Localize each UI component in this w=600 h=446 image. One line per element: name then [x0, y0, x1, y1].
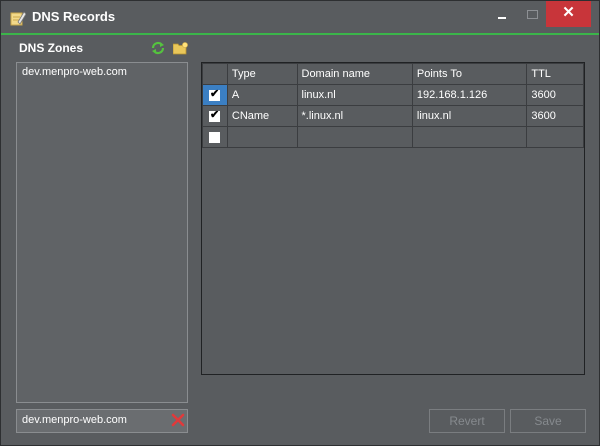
clear-icon[interactable] — [171, 413, 185, 427]
title-bar[interactable]: DNS Records ✕ — [1, 1, 599, 35]
row-checkbox[interactable]: ✔ — [209, 108, 220, 122]
row-checkbox[interactable] — [209, 131, 220, 143]
records-table: Type Domain name Points To TTL ✔ A linux… — [202, 63, 584, 148]
column-header-type[interactable]: Type — [226, 63, 298, 85]
checkmark-icon: ✔ — [210, 87, 220, 100]
minimize-icon — [498, 17, 506, 19]
column-header-points-to[interactable]: Points To — [411, 63, 528, 85]
points-to-cell[interactable]: 192.168.1.126 — [411, 84, 528, 106]
domain-cell[interactable]: *.linux.nl — [296, 105, 413, 127]
column-header-check[interactable] — [202, 63, 228, 85]
table-row[interactable]: ✔ A linux.nl 192.168.1.126 3600 — [202, 84, 584, 106]
type-cell[interactable]: CName — [226, 105, 298, 127]
ttl-cell[interactable]: 3600 — [526, 84, 584, 106]
new-folder-icon[interactable] — [173, 42, 188, 55]
column-header-ttl[interactable]: TTL — [526, 63, 584, 85]
domain-cell[interactable] — [296, 126, 413, 148]
close-button[interactable]: ✕ — [546, 1, 591, 27]
dns-records-grid[interactable]: Type Domain name Points To TTL ✔ A linux… — [201, 62, 585, 375]
dns-zones-list[interactable]: dev.menpro-web.com — [16, 62, 188, 403]
maximize-button[interactable] — [519, 1, 545, 27]
row-check-cell[interactable] — [202, 126, 228, 148]
dns-zones-label: DNS Zones — [19, 41, 84, 55]
zone-name-input-value: dev.menpro-web.com — [22, 414, 127, 426]
window-title: DNS Records — [32, 9, 116, 24]
domain-cell[interactable]: linux.nl — [296, 84, 413, 106]
maximize-icon — [527, 10, 538, 19]
points-to-cell[interactable] — [411, 126, 528, 148]
dns-records-window: DNS Records ✕ DNS Zones dev.menpro-web.c… — [0, 0, 600, 446]
ttl-cell[interactable] — [526, 126, 584, 148]
table-row-new[interactable] — [202, 126, 584, 148]
close-icon: ✕ — [562, 4, 575, 21]
type-cell[interactable]: A — [226, 84, 298, 106]
refresh-icon[interactable] — [151, 41, 165, 55]
checkmark-icon: ✔ — [210, 108, 220, 121]
table-header-row: Type Domain name Points To TTL — [202, 63, 584, 85]
column-header-domain-name[interactable]: Domain name — [296, 63, 413, 85]
row-check-cell[interactable]: ✔ — [202, 105, 228, 127]
zone-list-item[interactable]: dev.menpro-web.com — [22, 66, 127, 78]
row-check-cell[interactable]: ✔ — [202, 84, 228, 106]
revert-button[interactable]: Revert — [429, 409, 505, 433]
save-button[interactable]: Save — [510, 409, 586, 433]
row-checkbox[interactable]: ✔ — [209, 87, 220, 101]
zone-name-input[interactable]: dev.menpro-web.com — [16, 409, 188, 433]
ttl-cell[interactable]: 3600 — [526, 105, 584, 127]
app-edit-icon — [10, 11, 26, 26]
minimize-button[interactable] — [489, 1, 515, 27]
table-row[interactable]: ✔ CName *.linux.nl linux.nl 3600 — [202, 105, 584, 127]
points-to-cell[interactable]: linux.nl — [411, 105, 528, 127]
type-cell[interactable] — [226, 126, 298, 148]
